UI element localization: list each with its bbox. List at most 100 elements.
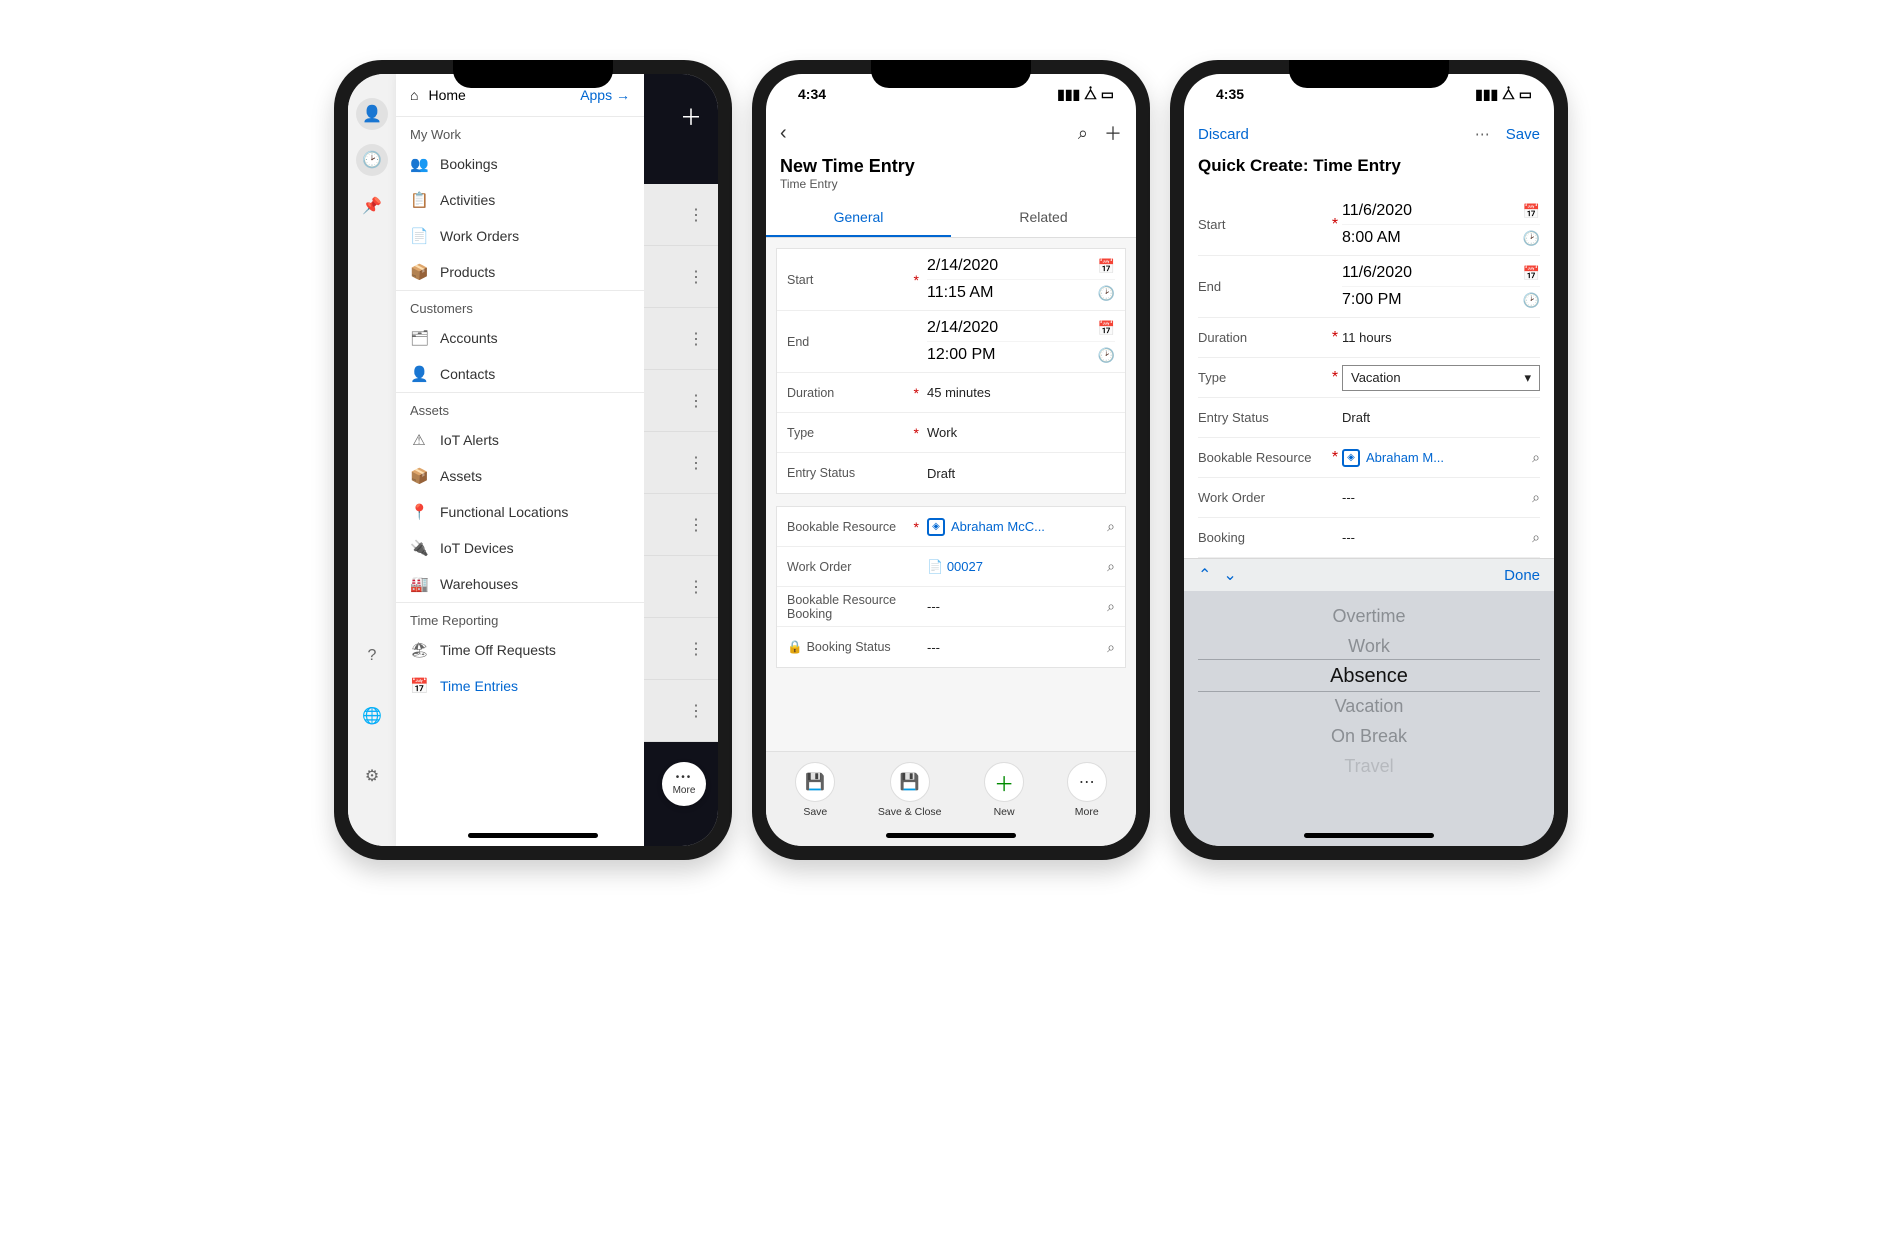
field-bookableresource[interactable]: Bookable Resource* ◈Abraham McC... ⌕	[777, 507, 1125, 547]
timeentries-icon: 📅	[410, 677, 428, 695]
wo-value: ---	[1342, 490, 1524, 505]
field-start[interactable]: Start * 11/6/2020📅 8:00 AM🕑	[1198, 194, 1540, 256]
list-row[interactable]: ⋮	[644, 618, 718, 680]
field-end[interactable]: End 2/14/2020📅 12:00 PM🕑	[777, 311, 1125, 373]
home-indicator	[886, 833, 1016, 838]
field-workorder[interactable]: Work Order --- ⌕	[1198, 478, 1540, 518]
type-select[interactable]: Vacation ▾	[1342, 365, 1540, 391]
more-icon[interactable]: ⋯	[1475, 125, 1492, 143]
add-icon[interactable]: ＋	[680, 100, 702, 132]
field-entrystatus[interactable]: Entry Status Draft	[1198, 398, 1540, 438]
field-end[interactable]: End 11/6/2020📅 7:00 PM🕑	[1198, 256, 1540, 318]
new-button[interactable]: ＋New	[984, 762, 1024, 818]
picker-option[interactable]: Work	[1348, 631, 1390, 661]
search-icon[interactable]: ⌕	[1107, 639, 1115, 656]
label-br: Bookable Resource	[787, 520, 907, 534]
search-icon[interactable]: ⌕	[1107, 558, 1115, 575]
clock-icon[interactable]: 🕑	[1098, 347, 1115, 364]
save-close-button[interactable]: 💾Save & Close	[878, 762, 942, 818]
type-picker[interactable]: Overtime Work Absence Vacation On Break …	[1184, 591, 1554, 846]
calendar-icon[interactable]: 📅	[1523, 265, 1540, 282]
nav-item-bookings[interactable]: 👥Bookings	[396, 146, 644, 182]
list-row[interactable]: ⋮	[644, 370, 718, 432]
apps-link[interactable]: Apps →	[580, 87, 630, 103]
field-entrystatus[interactable]: Entry Status Draft	[777, 453, 1125, 493]
field-type[interactable]: Type * Vacation ▾	[1198, 358, 1540, 398]
calendar-icon[interactable]: 📅	[1098, 320, 1115, 337]
clock-icon[interactable]: 🕑	[1098, 285, 1115, 302]
field-start[interactable]: Start * 2/14/2020📅 11:15 AM🕑	[777, 249, 1125, 311]
more-button[interactable]: ⋯More	[1067, 762, 1107, 818]
list-row[interactable]: ⋮	[644, 494, 718, 556]
field-bookingstatus[interactable]: 🔒 Booking Status --- ⌕	[777, 627, 1125, 667]
field-duration[interactable]: Duration* 45 minutes	[777, 373, 1125, 413]
clock-icon[interactable]: 🕑	[1523, 230, 1540, 247]
nav-item-products[interactable]: 📦Products	[396, 254, 644, 290]
nav-item-funclocations[interactable]: 📍Functional Locations	[396, 494, 644, 530]
prev-field-icon[interactable]: ⌃	[1198, 565, 1211, 585]
clock-icon[interactable]: 🕑	[356, 144, 388, 176]
add-icon[interactable]: ＋	[1104, 120, 1122, 146]
calendar-icon[interactable]: 📅	[1098, 258, 1115, 275]
nav-section-assets: Assets	[396, 392, 644, 422]
help-icon[interactable]: ?	[356, 640, 388, 672]
pin-icon[interactable]: 📌	[356, 190, 388, 222]
globe-icon[interactable]: 🌐	[356, 700, 388, 732]
next-field-icon[interactable]: ⌄	[1223, 565, 1236, 585]
search-icon[interactable]: ⌕	[1532, 489, 1540, 506]
search-icon[interactable]: ⌕	[1107, 598, 1115, 615]
tab-related[interactable]: Related	[951, 199, 1136, 237]
card-main: Start * 2/14/2020📅 11:15 AM🕑 End 2/14/20…	[776, 248, 1126, 494]
list-row[interactable]: ⋮	[644, 680, 718, 742]
nav-label: Activities	[440, 192, 495, 208]
list-row[interactable]: ⋮	[644, 556, 718, 618]
list-row[interactable]: ⋮	[644, 432, 718, 494]
save-button[interactable]: 💾Save	[795, 762, 835, 818]
nav-item-warehouses[interactable]: 🏭Warehouses	[396, 566, 644, 602]
search-icon[interactable]: ⌕	[1532, 529, 1540, 546]
nav-section-timereporting: Time Reporting	[396, 602, 644, 632]
picker-option-selected[interactable]: Absence	[1330, 661, 1408, 691]
label-duration: Duration	[787, 386, 907, 400]
field-workorder[interactable]: Work Order 📄 00027 ⌕	[777, 547, 1125, 587]
nav-item-contacts[interactable]: 👤Contacts	[396, 356, 644, 392]
picker-option[interactable]: Travel	[1344, 751, 1393, 781]
field-bookableresource[interactable]: Bookable Resource * ◈Abraham M... ⌕	[1198, 438, 1540, 478]
home-indicator	[468, 833, 598, 838]
nav-item-iotalerts[interactable]: ⚠IoT Alerts	[396, 422, 644, 458]
field-duration[interactable]: Duration * 11 hours	[1198, 318, 1540, 358]
save-button[interactable]: Save	[1506, 126, 1540, 143]
settings-icon[interactable]: ⚙	[356, 760, 388, 792]
nav-item-timeoff[interactable]: 🏖Time Off Requests	[396, 632, 644, 668]
nav-item-assets[interactable]: 📦Assets	[396, 458, 644, 494]
back-icon[interactable]: ‹	[780, 122, 787, 145]
field-booking[interactable]: Booking --- ⌕	[1198, 518, 1540, 558]
list-row[interactable]: ⋮	[644, 308, 718, 370]
search-icon[interactable]: ⌕	[1532, 449, 1540, 466]
nav-item-workorders[interactable]: 📄Work Orders	[396, 218, 644, 254]
tab-general[interactable]: General	[766, 199, 951, 237]
profile-icon[interactable]: 👤	[356, 98, 388, 130]
calendar-icon[interactable]: 📅	[1523, 203, 1540, 220]
nav-item-accounts[interactable]: 🗂Accounts	[396, 320, 644, 356]
list-row[interactable]: ⋮	[644, 184, 718, 246]
nav-home[interactable]: Home	[428, 87, 570, 103]
iotdevices-icon: 🔌	[410, 539, 428, 557]
search-icon[interactable]: ⌕	[1078, 123, 1088, 144]
more-button[interactable]: ••• More	[662, 762, 706, 806]
done-button[interactable]: Done	[1504, 567, 1540, 584]
field-type[interactable]: Type* Work	[777, 413, 1125, 453]
type-value: Work	[927, 425, 1115, 440]
picker-option[interactable]: Overtime	[1332, 601, 1405, 631]
picker-option[interactable]: On Break	[1331, 721, 1407, 751]
discard-button[interactable]: Discard	[1198, 126, 1249, 143]
page-title: Quick Create: Time Entry	[1184, 154, 1554, 194]
list-row[interactable]: ⋮	[644, 246, 718, 308]
search-icon[interactable]: ⌕	[1107, 518, 1115, 535]
nav-item-timeentries[interactable]: 📅Time Entries	[396, 668, 644, 704]
field-brb[interactable]: Bookable Resource Booking --- ⌕	[777, 587, 1125, 627]
picker-option[interactable]: Vacation	[1335, 691, 1404, 721]
clock-icon[interactable]: 🕑	[1523, 292, 1540, 309]
nav-item-activities[interactable]: 📋Activities	[396, 182, 644, 218]
nav-item-iotdevices[interactable]: 🔌IoT Devices	[396, 530, 644, 566]
